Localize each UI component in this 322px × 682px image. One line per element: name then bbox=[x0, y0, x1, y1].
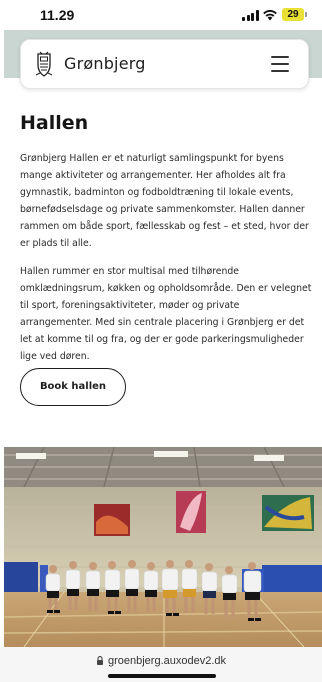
signal-icon bbox=[242, 10, 259, 21]
url-display[interactable]: groenbjerg.auxodev2.dk bbox=[0, 655, 322, 667]
lock-icon bbox=[96, 656, 103, 665]
page-title: Hallen bbox=[20, 112, 89, 134]
navbar: Grønbjerg bbox=[20, 39, 309, 89]
hall-photo bbox=[4, 447, 322, 647]
home-indicator[interactable] bbox=[108, 674, 216, 678]
status-bar: 11.29 29 bbox=[0, 0, 322, 30]
wifi-icon bbox=[263, 9, 277, 21]
status-time: 11.29 bbox=[40, 7, 75, 23]
url-text: groenbjerg.auxodev2.dk bbox=[107, 655, 227, 667]
battery-indicator: 29 bbox=[282, 8, 307, 21]
hamburger-menu-icon[interactable] bbox=[271, 56, 289, 72]
brand-name[interactable]: Grønbjerg bbox=[64, 54, 146, 73]
screen: 11.29 29 Grønbjerg Hallen Grønbjerg Hall… bbox=[0, 0, 322, 682]
hall-photo-image bbox=[4, 447, 322, 647]
intro-paragraph: Grønbjerg Hallen er et naturligt samling… bbox=[20, 153, 309, 249]
facilities-paragraph: Hallen rummer en stor multisal med tilhø… bbox=[20, 266, 312, 362]
book-hall-button[interactable]: Book hallen bbox=[20, 368, 126, 406]
crest-icon[interactable] bbox=[34, 51, 54, 78]
